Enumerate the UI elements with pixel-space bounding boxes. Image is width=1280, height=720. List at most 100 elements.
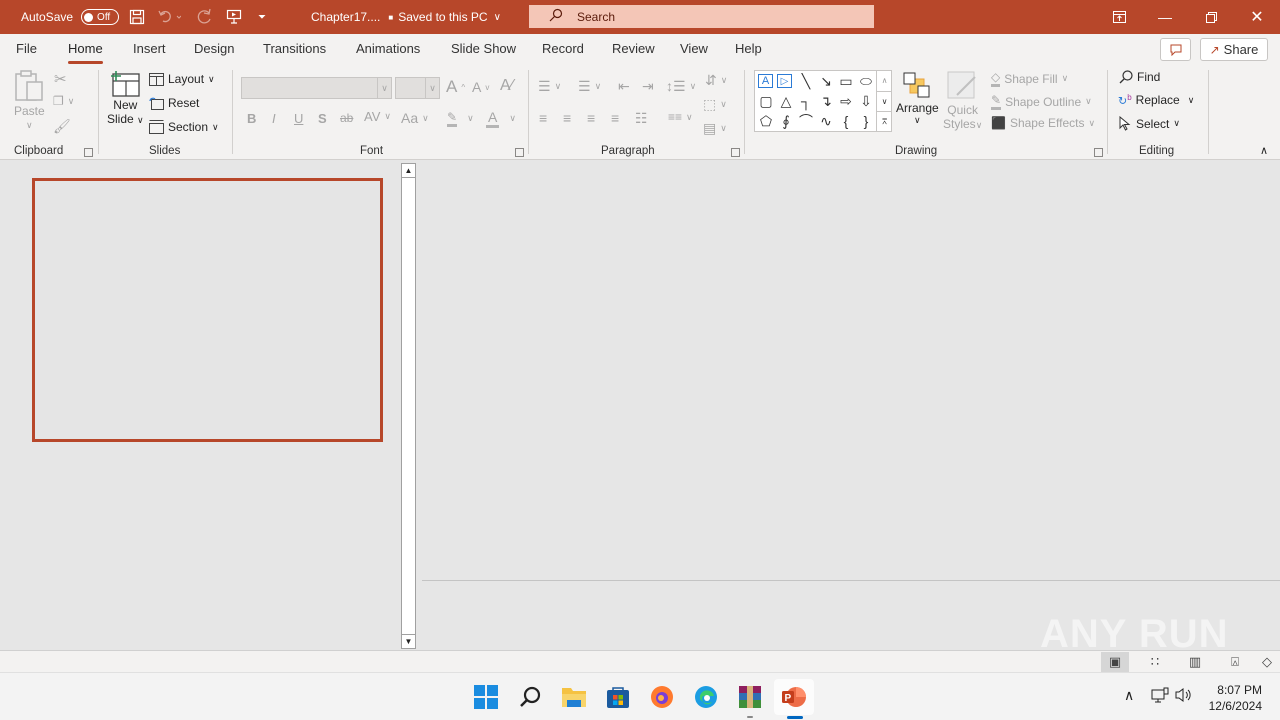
convert-to-smartart-button[interactable]: ▤ ∨ [703,120,727,137]
down-arrow-shape-icon[interactable]: ⇩ [857,92,875,110]
clock[interactable]: 8:07 PM 12/6/2024 [1206,682,1262,714]
right-arrow-shape-icon[interactable]: ⇨ [837,92,855,110]
rectangle-shape-icon[interactable]: ▭ [837,72,855,90]
cut-icon[interactable]: ✂ [54,70,67,88]
tab-animations[interactable]: Animations [356,41,420,56]
share-button[interactable]: ↗ Share [1200,38,1268,61]
scroll-down-icon[interactable]: ▼ [402,634,415,648]
restore-icon[interactable] [1188,0,1234,34]
elbow-connector-shape-icon[interactable]: ┐ [797,92,815,110]
line-spacing-button[interactable]: ↕☰ ∨ [666,78,696,95]
tab-home[interactable]: Home [68,41,103,64]
windows-start-icon[interactable] [466,679,506,715]
edge-icon[interactable] [686,679,726,715]
gallery-up-icon[interactable]: ∧ [877,71,892,91]
thumbnail-scrollbar[interactable]: ▲ ▼ [401,163,416,649]
strikethrough-button[interactable]: ab [340,111,353,125]
undo-icon[interactable] [157,0,181,34]
font-color-button[interactable]: A ∨ [486,109,516,128]
font-name-combo[interactable]: ∨ [241,77,392,99]
numbering-button[interactable]: ☰ ∨ [578,78,601,95]
tab-design[interactable]: Design [194,41,234,56]
columns-button[interactable]: ≡≡ ∨ [668,110,693,124]
line-shape-icon[interactable]: ╲ [797,72,815,90]
arrow-shape-icon[interactable]: ↘ [817,72,835,90]
shape-fill-button[interactable]: ◇ Shape Fill ∨ [991,70,1068,87]
taskbar-search-icon[interactable] [510,679,550,715]
bold-button[interactable]: B [247,111,256,126]
notes-pane-divider[interactable] [422,580,1280,581]
oval-shape-icon[interactable]: ⬭ [857,72,875,90]
tab-record[interactable]: Record [542,41,584,56]
shape-effects-button[interactable]: ⬛ Shape Effects ∨ [991,116,1095,130]
font-size-combo[interactable]: ∨ [395,77,440,99]
new-slide-button[interactable]: New Slide ∨ [107,70,144,126]
text-box-shape-icon[interactable]: A [758,74,773,88]
fit-to-window-icon[interactable]: ◇ [1253,652,1280,672]
slide-editor-area[interactable] [421,161,1280,650]
collapse-ribbon-icon[interactable]: ∧ [1260,144,1268,157]
minimize-icon[interactable]: — [1142,0,1188,34]
font-launcher-icon[interactable] [515,148,524,157]
reading-view-icon[interactable]: ▥ [1181,652,1209,672]
tab-slide-show[interactable]: Slide Show [451,41,516,56]
section-button[interactable]: Section ∨ [149,120,219,134]
show-hidden-icons[interactable]: ∧ [1124,687,1134,704]
gallery-scroll[interactable]: ∧ ∨ ⩞ [876,71,892,131]
document-title[interactable]: Chapter17.... ■ Saved to this PC ∨ [311,0,501,34]
paste-button[interactable]: Paste ∨ [14,70,45,131]
curve-shape-icon[interactable]: ∿ [817,112,835,130]
tab-view[interactable]: View [680,41,708,56]
tab-help[interactable]: Help [735,41,762,56]
powerpoint-icon[interactable]: P [774,679,814,719]
ribbon-display-options-icon[interactable] [1096,0,1142,34]
increase-font-size-icon[interactable]: A ^ [446,77,465,97]
firefox-icon[interactable] [642,679,682,715]
shape-outline-button[interactable]: ✎ Shape Outline ∨ [991,93,1092,110]
volume-icon[interactable] [1175,687,1193,706]
gallery-down-icon[interactable]: ∨ [877,91,892,111]
italic-button[interactable]: I [272,111,276,126]
file-explorer-icon[interactable] [554,679,594,715]
decrease-indent-button[interactable]: ⇤ [618,78,630,95]
slide-sorter-view-icon[interactable]: ∷ [1141,652,1169,672]
arc-shape-icon[interactable]: ⌒ [797,112,815,130]
character-spacing-button[interactable]: AV ∨ [364,109,391,124]
drawing-launcher-icon[interactable] [1094,148,1103,157]
tab-transitions[interactable]: Transitions [263,41,326,56]
format-painter-icon[interactable]: 🖌 [53,118,71,135]
scroll-up-icon[interactable]: ▲ [402,164,415,178]
autosave-control[interactable]: AutoSave Off [21,0,120,34]
change-case-button[interactable]: Aa ∨ [401,110,429,126]
search-box[interactable]: Search [529,5,874,28]
customize-qat-icon[interactable]: ⏷ [258,0,266,34]
winrar-icon[interactable] [730,679,770,718]
shapes-gallery[interactable]: A ▷ ╲ ↘ ▭ ⬭ ▢ △ ┐ ↴ ⇨ ⇩ ⬠ ∮ ⌒ ∿ { } ∧ ∨ … [754,70,892,132]
highlight-color-button[interactable]: ✎ ∨ [447,110,474,127]
elbow-arrow-shape-icon[interactable]: ↴ [817,92,835,110]
tab-file[interactable]: File [16,41,37,56]
clipboard-launcher-icon[interactable] [84,148,93,157]
arrange-button[interactable]: Arrange ∨ [896,71,939,126]
select-button[interactable]: Select ∨ [1119,116,1180,131]
tab-insert[interactable]: Insert [133,41,166,56]
text-direction-button[interactable]: ⇵ ∨ [705,72,727,89]
redo-icon[interactable] [195,0,213,34]
distributed-button[interactable]: ☷ [635,110,648,127]
microsoft-store-icon[interactable] [598,679,638,715]
underline-button[interactable]: U [294,111,303,126]
bullets-button[interactable]: ☰ ∨ [538,78,561,95]
close-icon[interactable]: ✕ [1234,0,1280,34]
left-brace-shape-icon[interactable]: { [837,112,855,130]
clear-formatting-icon[interactable]: A⁄ [500,77,513,95]
paragraph-launcher-icon[interactable] [731,148,740,157]
triangle-shape-icon[interactable]: △ [777,92,795,110]
find-button[interactable]: Find [1119,70,1160,84]
scribble-shape-icon[interactable]: ∮ [777,112,795,130]
align-right-button[interactable]: ≡ [587,110,595,126]
vertical-text-box-shape-icon[interactable]: ▷ [777,74,792,88]
present-from-start-icon[interactable] [226,0,242,34]
align-left-button[interactable]: ≡ [539,110,547,126]
layout-button[interactable]: Layout ∨ [149,72,215,86]
slide-thumbnail[interactable] [32,178,383,442]
